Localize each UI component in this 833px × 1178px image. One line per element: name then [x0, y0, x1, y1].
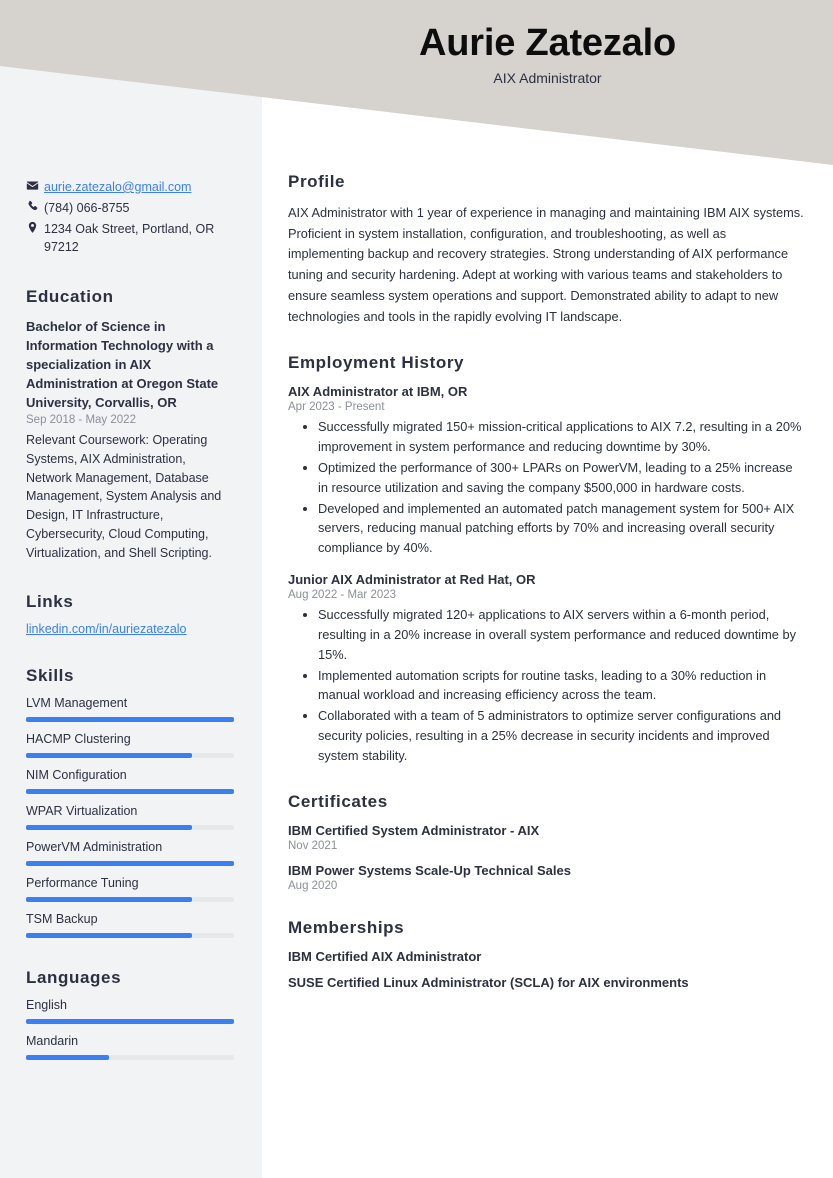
job-entry: Junior AIX Administrator at Red Hat, OR A…	[288, 572, 805, 766]
profile-section: Profile AIX Administrator with 1 year of…	[288, 172, 805, 327]
contact-row: 1234 Oak Street, Portland, OR 97212	[26, 220, 234, 256]
links-heading: Links	[26, 592, 74, 612]
profile-text: AIX Administrator with 1 year of experie…	[288, 205, 804, 324]
skill-label: WPAR Virtualization	[26, 804, 138, 819]
skill-level-bar	[26, 861, 234, 867]
job-bullet-list: Successfully migrated 150+ mission-criti…	[288, 417, 805, 558]
education-description: Relevant Coursework: Operating Systems, …	[26, 433, 222, 560]
skill-level-fill	[26, 897, 193, 903]
email-link[interactable]: aurie.zatezalo@gmail.com	[44, 180, 191, 194]
skill-item: LVM Management	[26, 696, 234, 723]
profile-heading: Profile	[288, 172, 346, 191]
job-title: AIX Administrator at IBM, OR	[288, 384, 468, 400]
education-entry: Bachelor of Science in Information Techn…	[26, 317, 234, 563]
job-bullet: Collaborated with a team of 5 administra…	[318, 706, 805, 765]
skill-level-fill	[26, 825, 193, 831]
location-pin-icon	[26, 220, 44, 234]
certificate-entry: IBM Power Systems Scale-Up Technical Sal…	[288, 863, 805, 892]
contact-value[interactable]: aurie.zatezalo@gmail.com	[44, 178, 234, 196]
certificates-section: Certificates IBM Certified System Admini…	[288, 792, 805, 892]
certificate-date: Nov 2021	[288, 839, 338, 852]
skills-heading: Skills	[26, 666, 75, 686]
job-bullet: Successfully migrated 120+ applications …	[318, 605, 805, 664]
contact-list: aurie.zatezalo@gmail.com (784) 066-8755 12…	[26, 178, 234, 257]
job-title: Junior AIX Administrator at Red Hat, OR	[288, 572, 536, 588]
job-entry: AIX Administrator at IBM, OR Apr 2023 - P…	[288, 384, 805, 558]
skill-level-bar	[26, 1055, 234, 1061]
membership-item: SUSE Certified Linux Administrator (SCLA…	[288, 974, 689, 990]
skill-level-fill	[26, 861, 234, 867]
contact-value: (784) 066-8755	[44, 201, 130, 216]
contact-value: 1234 Oak Street, Portland, OR 97212	[44, 222, 215, 255]
skill-item: English	[26, 998, 234, 1025]
education-heading: Education	[26, 286, 114, 306]
employment-section: Employment History AIX Administrator at …	[288, 353, 805, 765]
skill-item: Performance Tuning	[26, 876, 234, 903]
skill-item: NIM Configuration	[26, 768, 234, 795]
envelope-icon	[26, 178, 44, 192]
employment-heading: Employment History	[288, 353, 465, 373]
skill-level-bar	[26, 825, 234, 831]
languages-list: English Mandarin	[26, 998, 234, 1061]
links-list: linkedin.com/in/auriezatezalo	[26, 622, 234, 636]
skill-level-fill	[26, 1019, 234, 1025]
resume-page: Aurie Zatezalo AIX Administrator aurie.z…	[0, 0, 833, 1178]
sidebar-link[interactable]: linkedin.com/in/auriezatezalo	[26, 622, 234, 636]
job-bullet: Developed and implemented an automated p…	[318, 499, 805, 558]
skill-item: TSM Backup	[26, 912, 234, 939]
skill-level-bar	[26, 789, 234, 795]
skill-level-fill	[26, 753, 193, 759]
job-bullet: Implemented automation scripts for routi…	[318, 666, 805, 706]
certificate-name: IBM Power Systems Scale-Up Technical Sal…	[288, 862, 571, 878]
skill-level-fill	[26, 1055, 110, 1061]
skill-level-bar	[26, 753, 234, 759]
skill-item: HACMP Clustering	[26, 732, 234, 759]
job-date: Aug 2022 - Mar 2023	[288, 589, 397, 602]
job-date: Apr 2023 - Present	[288, 401, 385, 414]
sidebar-content: aurie.zatezalo@gmail.com (784) 066-8755 12…	[0, 0, 262, 1070]
job-bullet: Successfully migrated 150+ mission-criti…	[318, 417, 805, 457]
contact-row: aurie.zatezalo@gmail.com	[26, 178, 234, 196]
memberships-section: Memberships IBM Certified AIX Administra…	[288, 918, 805, 990]
memberships-list: IBM Certified AIX Administrator SUSE Cert…	[288, 949, 805, 990]
skill-level-bar	[26, 897, 234, 903]
certificates-heading: Certificates	[288, 791, 388, 811]
skill-label: TSM Backup	[26, 912, 98, 927]
skill-label: PowerVM Administration	[26, 840, 163, 855]
skill-level-fill	[26, 933, 193, 939]
skill-label: Performance Tuning	[26, 876, 139, 891]
job-bullet-list: Successfully migrated 120+ applications …	[288, 605, 805, 766]
membership-item: IBM Certified AIX Administrator	[288, 948, 482, 964]
page-title: Aurie Zatezalo	[419, 22, 676, 64]
contact-row: (784) 066-8755	[26, 199, 234, 217]
jobs-list: AIX Administrator at IBM, OR Apr 2023 - P…	[288, 384, 805, 765]
education-degree: Bachelor of Science in Information Techn…	[26, 318, 219, 410]
skill-item: PowerVM Administration	[26, 840, 234, 867]
skill-label: English	[26, 998, 67, 1013]
certificate-entry: IBM Certified System Administrator - AIX…	[288, 823, 805, 852]
skills-list: LVM Management HACMP Clustering NIM Config…	[26, 696, 234, 939]
skill-label: Mandarin	[26, 1034, 79, 1049]
education-date: Sep 2018 - May 2022	[26, 414, 136, 427]
skill-level-bar	[26, 933, 234, 939]
memberships-heading: Memberships	[288, 917, 405, 937]
header-text-block: Aurie Zatezalo AIX Administrator	[262, 22, 833, 86]
job-bullet: Optimized the performance of 300+ LPARs …	[318, 458, 805, 498]
skill-label: LVM Management	[26, 696, 128, 711]
skill-level-bar	[26, 1019, 234, 1025]
skill-level-bar	[26, 717, 234, 723]
skill-level-fill	[26, 789, 234, 795]
skill-item: Mandarin	[26, 1034, 234, 1061]
skill-item: WPAR Virtualization	[26, 804, 234, 831]
certificate-name: IBM Certified System Administrator - AIX	[288, 822, 540, 838]
skill-label: HACMP Clustering	[26, 732, 131, 747]
certificates-list: IBM Certified System Administrator - AIX…	[288, 823, 805, 892]
skill-label: NIM Configuration	[26, 768, 127, 783]
job-subtitle: AIX Administrator	[493, 69, 602, 86]
certificate-date: Aug 2020	[288, 879, 338, 892]
languages-heading: Languages	[26, 968, 122, 988]
phone-icon	[26, 199, 44, 213]
skill-level-fill	[26, 717, 234, 723]
